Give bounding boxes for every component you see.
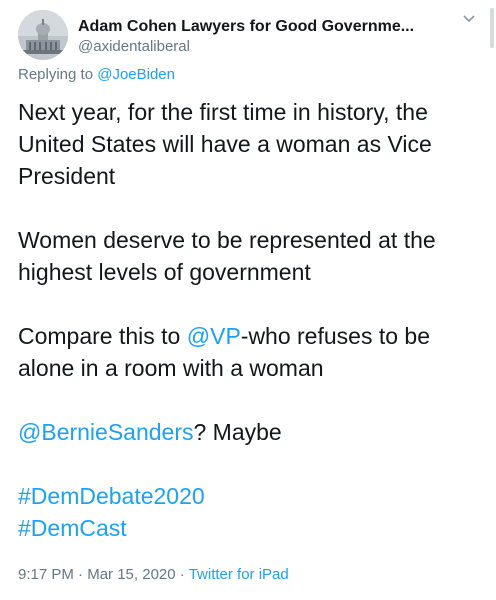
hashtag-demdebate-link[interactable]: #DemDebate2020 xyxy=(18,480,483,512)
tweet-metadata: 9:17 PM · Mar 15, 2020 · Twitter for iPa… xyxy=(18,566,289,583)
meta-separator: · xyxy=(78,566,84,583)
tweet-paragraph: @BernieSanders? Maybe xyxy=(18,416,483,448)
mention-bernie-link[interactable]: @BernieSanders xyxy=(18,419,194,445)
capitol-building-icon xyxy=(18,10,68,60)
chevron-down-icon[interactable] xyxy=(460,12,478,26)
replying-to-label: Replying to xyxy=(18,66,94,83)
tweet-paragraph: Women deserve to be represented at the h… xyxy=(18,227,436,285)
tweet-body: Next year, for the first time in history… xyxy=(18,96,483,544)
tweet-paragraph: Next year, for the first time in history… xyxy=(18,99,432,189)
user-handle[interactable]: @axidentaliberal xyxy=(78,38,190,55)
tweet-date[interactable]: Mar 15, 2020 xyxy=(87,566,175,583)
replying-to-line: Replying to @JoeBiden xyxy=(18,66,175,83)
avatar[interactable] xyxy=(18,10,68,60)
tweet-source-link[interactable]: Twitter for iPad xyxy=(189,566,289,583)
tweet: Adam Cohen Lawyers for Good Governme... … xyxy=(0,0,496,600)
tweet-header: Adam Cohen Lawyers for Good Governme... … xyxy=(18,10,488,62)
display-name[interactable]: Adam Cohen Lawyers for Good Governme... xyxy=(78,18,458,36)
hashtag-demcast-link[interactable]: #DemCast xyxy=(18,512,483,544)
tweet-paragraph: Compare this to @VP-who refuses to be al… xyxy=(18,320,483,384)
tweet-time[interactable]: 9:17 PM xyxy=(18,566,74,583)
text-segment: Compare this to xyxy=(18,323,187,349)
text-segment: ? Maybe xyxy=(193,419,282,445)
scrollbar[interactable] xyxy=(490,8,494,48)
meta-separator: · xyxy=(179,566,185,583)
mention-vp-link[interactable]: @VP xyxy=(187,323,241,349)
reply-mention-link[interactable]: @JoeBiden xyxy=(97,66,175,83)
